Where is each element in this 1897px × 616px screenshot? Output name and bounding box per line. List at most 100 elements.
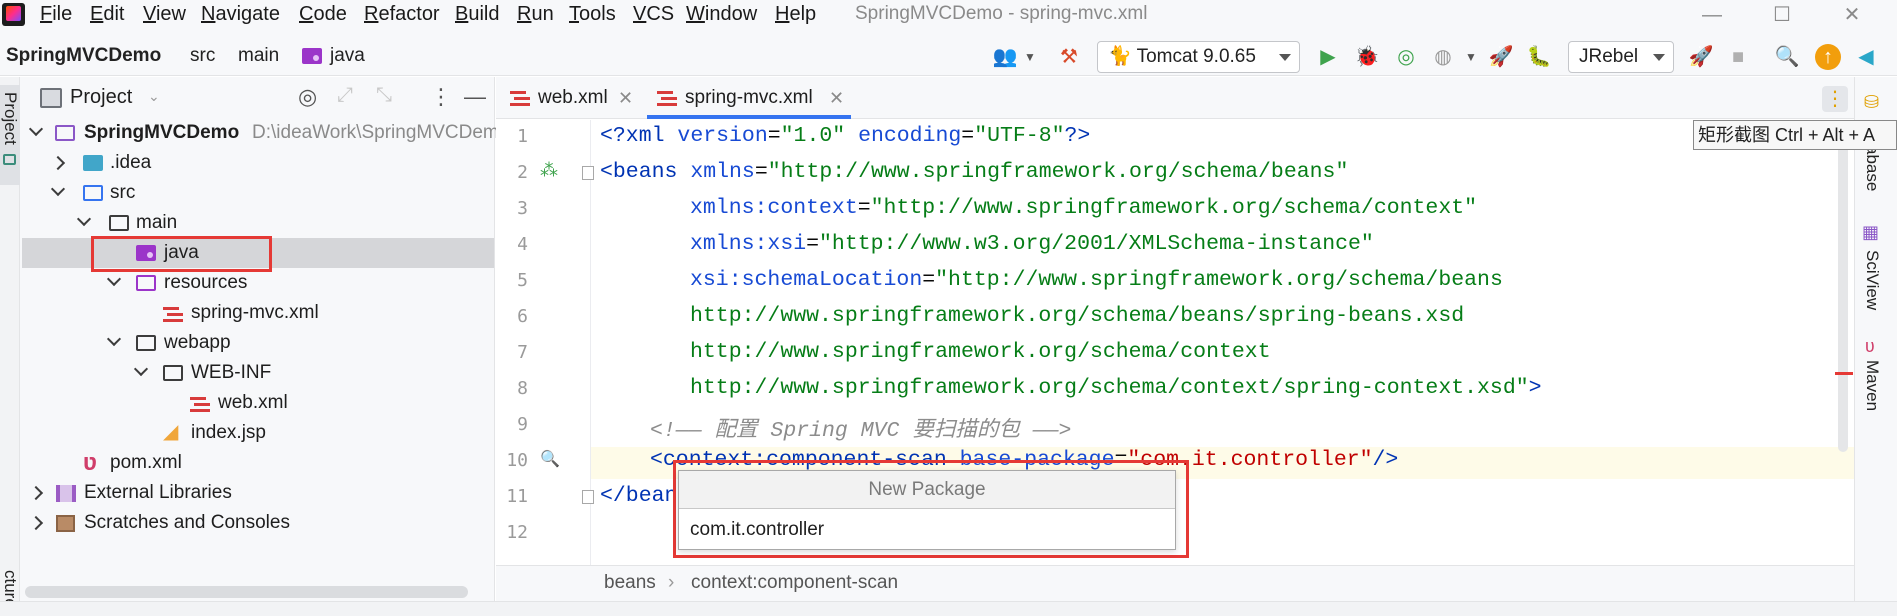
minimize-button[interactable]: — xyxy=(1690,0,1734,30)
code-token: /> xyxy=(1372,448,1399,472)
maven-tool-tab[interactable]: Maven xyxy=(1862,360,1882,411)
code-line-1[interactable]: <?xml version="1.0" encoding="UTF-8"?> xyxy=(600,124,1090,148)
debug-icon[interactable]: 🐞 xyxy=(1354,44,1380,70)
tab-spring-mvc-xml[interactable]: spring-mvc.xml ✕ xyxy=(657,77,851,119)
spring-bean-gutter-icon[interactable]: ⁂ xyxy=(540,160,558,181)
jrebel-select[interactable]: JRebel xyxy=(1568,41,1674,73)
tree-node-resources[interactable]: resources xyxy=(22,268,494,298)
tree-node-main[interactable]: main xyxy=(22,208,494,238)
tab-label: spring-mvc.xml xyxy=(685,87,813,108)
window-title: SpringMVCDemo - spring-mvc.xml xyxy=(855,3,1148,24)
menu-view[interactable]: View xyxy=(143,3,186,26)
breadcrumb-beans[interactable]: beans xyxy=(604,572,656,594)
nav-crumb-src[interactable]: src xyxy=(190,45,215,67)
hide-panel-icon[interactable]: — xyxy=(464,84,486,110)
line-number: 8 xyxy=(517,378,528,399)
code-line-5[interactable]: xsi:schemaLocation="http://www.springfra… xyxy=(690,268,1503,292)
tree-node-web-inf[interactable]: WEB-INF xyxy=(22,358,494,388)
build-hammer-icon[interactable]: ⚒ xyxy=(1056,44,1082,70)
sciview-tool-tab[interactable]: SciView xyxy=(1862,250,1882,310)
menu-build[interactable]: Build xyxy=(455,3,499,26)
sciview-icon[interactable]: ▦ xyxy=(1862,222,1879,243)
tree-node-scratches[interactable]: Scratches and Consoles xyxy=(22,508,494,538)
code-line-7[interactable]: http://www.springframework.org/schema/co… xyxy=(690,340,1271,364)
project-tool-tab-label: Project xyxy=(1,92,20,145)
menu-vcs[interactable]: VCS xyxy=(633,3,674,26)
new-package-name-input[interactable] xyxy=(679,510,1175,549)
tab-web-xml[interactable]: web.xml ✕ xyxy=(510,77,640,119)
more-options-icon[interactable]: ⋮ xyxy=(430,84,452,110)
code-token: xmlns xyxy=(690,160,755,184)
tree-node-label: src xyxy=(110,182,136,203)
chevron-right-icon: › xyxy=(668,572,675,593)
run-icon[interactable]: ▶ xyxy=(1315,44,1341,70)
code-line-6[interactable]: http://www.springframework.org/schema/be… xyxy=(690,304,1464,328)
more-tabs-icon[interactable]: ⋮ xyxy=(1822,86,1848,112)
tree-node-web-xml[interactable]: web.xml xyxy=(22,388,494,418)
code-line-11[interactable]: </bean xyxy=(600,484,677,508)
idea-folder-icon xyxy=(83,155,103,171)
fold-marker-icon[interactable] xyxy=(582,166,594,180)
code-line-2[interactable]: <beans xmlns="http://www.springframework… xyxy=(600,160,1348,184)
code-line-8[interactable]: http://www.springframework.org/schema/co… xyxy=(690,376,1542,400)
search-icon[interactable]: 🔍 xyxy=(1774,44,1800,70)
close-window-button[interactable]: ✕ xyxy=(1830,0,1874,30)
database-icon[interactable]: ⛁ xyxy=(1864,92,1879,113)
tree-node-pom-xml[interactable]: ʋ pom.xml xyxy=(22,448,494,478)
project-panel-title[interactable]: Project xyxy=(70,86,132,109)
maven-icon[interactable]: ʋ xyxy=(1865,336,1875,357)
folder-icon xyxy=(163,365,183,381)
menu-help[interactable]: Help xyxy=(775,3,816,26)
menu-navigate[interactable]: Navigate xyxy=(201,3,280,26)
tree-node-src[interactable]: src xyxy=(22,178,494,208)
nav-crumb-main[interactable]: main xyxy=(238,45,279,67)
chevron-down-icon[interactable]: ▼ xyxy=(1458,44,1484,70)
menu-file[interactable]: File xyxy=(40,3,72,26)
profiler-icon[interactable]: ◍ xyxy=(1430,44,1456,70)
chevron-down-icon[interactable]: ⌄ xyxy=(148,88,160,105)
code-line-9[interactable]: <!—— 配置 Spring MVC 要扫描的包 ——> xyxy=(650,412,1071,443)
run-configuration-select[interactable]: 🐈 Tomcat 9.0.65 xyxy=(1097,41,1300,73)
search-gutter-icon[interactable]: 🔍 xyxy=(540,449,560,469)
menu-code[interactable]: Code xyxy=(299,3,347,26)
coverage-icon[interactable]: ◎ xyxy=(1393,44,1419,70)
code-line-4[interactable]: xmlns:xsi="http://www.w3.org/2001/XMLSch… xyxy=(690,232,1374,256)
code-token: = xyxy=(754,160,768,184)
maximize-button[interactable]: ☐ xyxy=(1760,0,1804,30)
editor-vertical-scrollbar[interactable] xyxy=(1838,122,1848,452)
database-tool-tab[interactable]: abase xyxy=(1862,145,1882,191)
tree-node-project-root[interactable]: SpringMVCDemo D:\ideaWork\SpringMVCDem xyxy=(22,118,499,148)
collapse-all-icon: ⤡ xyxy=(376,84,392,106)
nav-crumb-project[interactable]: SpringMVCDemo xyxy=(6,45,161,67)
close-icon[interactable]: ✕ xyxy=(618,77,633,119)
tree-node-external-libraries[interactable]: External Libraries xyxy=(22,478,494,508)
code-line-3[interactable]: xmlns:context="http://www.springframewor… xyxy=(690,196,1477,220)
chevron-down-icon[interactable]: ▼ xyxy=(1017,44,1043,70)
close-icon[interactable]: ✕ xyxy=(829,77,844,119)
menu-run[interactable]: Run xyxy=(517,3,554,26)
panel-window-icon xyxy=(40,88,62,108)
breadcrumb-component-scan[interactable]: context:component-scan xyxy=(691,572,898,594)
menu-refactor[interactable]: Refactor xyxy=(364,3,440,26)
tree-horizontal-scrollbar[interactable] xyxy=(25,586,468,598)
tree-node-index-jsp[interactable]: ◢ index.jsp xyxy=(22,418,494,448)
status-bar xyxy=(0,601,1897,616)
tree-node-spring-mvc-xml[interactable]: spring-mvc.xml xyxy=(22,298,494,328)
code-token: <beans xyxy=(600,160,691,184)
menu-edit[interactable]: Edit xyxy=(90,3,124,26)
jrebel-debug-icon[interactable]: 🐛 xyxy=(1526,44,1552,70)
menu-window[interactable]: Window xyxy=(686,3,757,26)
select-opened-file-icon[interactable]: ◎ xyxy=(298,84,317,110)
error-stripe-marker[interactable] xyxy=(1835,372,1853,375)
tree-node-idea[interactable]: .idea xyxy=(22,148,494,178)
line-number: 9 xyxy=(517,414,528,435)
update-icon[interactable]: ↑ xyxy=(1815,44,1841,70)
plugin-icon[interactable]: ◀ xyxy=(1853,44,1879,70)
tree-node-webapp[interactable]: webapp xyxy=(22,328,494,358)
collaboration-icon[interactable]: 👥 xyxy=(992,44,1018,70)
menu-tools[interactable]: Tools xyxy=(569,3,616,26)
nav-crumb-java[interactable]: java xyxy=(330,45,365,67)
jrebel-run-icon[interactable]: 🚀 xyxy=(1488,44,1514,70)
fold-marker-icon[interactable] xyxy=(582,490,594,504)
xml-file-icon xyxy=(657,89,677,107)
